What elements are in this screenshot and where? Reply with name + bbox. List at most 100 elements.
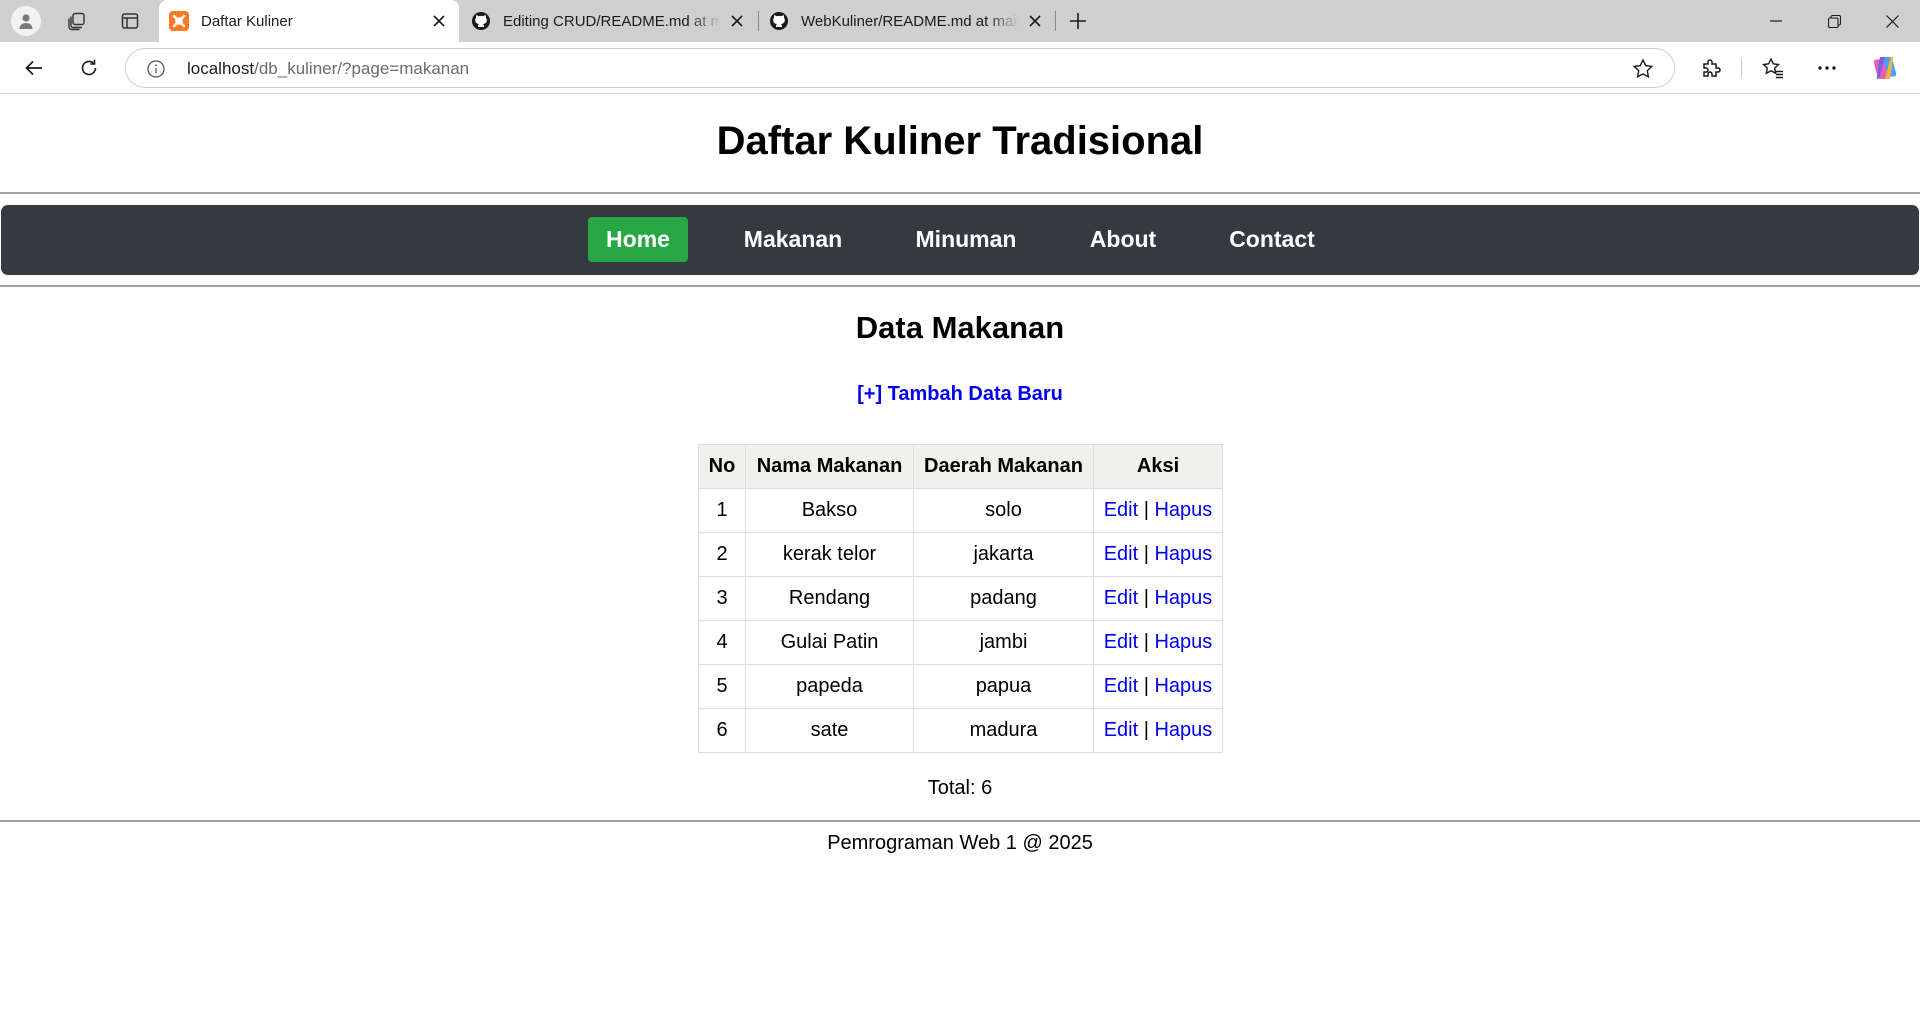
tab-close-icon[interactable] — [727, 11, 747, 31]
column-header-no: No — [698, 444, 746, 489]
cell-no: 1 — [698, 488, 746, 533]
tab-separator — [1055, 11, 1056, 31]
table-row: 6 sate madura Edit | Hapus — [698, 708, 1223, 753]
column-header-daerah: Daerah Makanan — [913, 444, 1094, 489]
footer-text: Pemrograman Web 1 @ 2025 — [827, 832, 1093, 854]
cell-daerah: padang — [913, 576, 1094, 621]
nav-item-about[interactable]: About — [1076, 217, 1170, 262]
back-button[interactable] — [16, 50, 52, 86]
cell-daerah: jakarta — [913, 532, 1094, 577]
edit-link[interactable]: Edit — [1104, 675, 1138, 697]
delete-link[interactable]: Hapus — [1154, 631, 1212, 653]
arrow-left-icon — [25, 60, 42, 76]
table-row: 5 papeda papua Edit | Hapus — [698, 664, 1223, 709]
restore-icon — [1827, 14, 1841, 28]
edit-link[interactable]: Edit — [1104, 631, 1138, 653]
reload-button[interactable] — [71, 50, 107, 86]
workspaces-icon — [68, 12, 85, 31]
extensions-button[interactable] — [1693, 50, 1729, 86]
divider — [0, 192, 1920, 194]
delete-link[interactable]: Hapus — [1154, 719, 1212, 741]
cell-daerah: papua — [913, 664, 1094, 709]
action-separator: | — [1143, 543, 1149, 565]
tab-title: Editing CRUD/README.md at main — [503, 12, 721, 30]
info-icon[interactable] — [146, 59, 166, 79]
close-window-button[interactable] — [1864, 0, 1920, 42]
divider — [0, 820, 1920, 822]
restore-button[interactable] — [1806, 0, 1862, 42]
tab-editing-crud-readme[interactable]: Editing CRUD/README.md at main — [461, 0, 757, 42]
vertical-tabs-button[interactable] — [113, 5, 147, 37]
edit-link[interactable]: Edit — [1104, 587, 1138, 609]
nav-item-home[interactable]: Home — [588, 217, 688, 262]
page-content: Daftar Kuliner Tradisional Home Makanan … — [0, 94, 1920, 1020]
tab-webkuliner-readme[interactable]: WebKuliner/README.md at main — [759, 0, 1055, 42]
tab-actions-icon — [121, 13, 139, 29]
divider — [0, 285, 1920, 287]
github-icon — [471, 11, 491, 31]
cell-no: 3 — [698, 576, 746, 621]
cell-daerah: jambi — [913, 620, 1094, 665]
cell-aksi: Edit | Hapus — [1093, 664, 1223, 709]
address-toolbar: localhost/db_kuliner/?page=makanan — [0, 42, 1920, 94]
site-title: Daftar Kuliner Tradisional — [716, 119, 1204, 163]
address-bar[interactable]: localhost/db_kuliner/?page=makanan — [125, 48, 1675, 88]
cell-aksi: Edit | Hapus — [1093, 576, 1223, 621]
favorites-button[interactable] — [1755, 50, 1791, 86]
copilot-icon — [1873, 57, 1897, 79]
workspaces-button[interactable] — [60, 5, 94, 37]
toolbar-divider — [1741, 58, 1742, 78]
action-separator: | — [1143, 631, 1149, 653]
delete-link[interactable]: Hapus — [1154, 499, 1212, 521]
tab-daftar-kuliner[interactable]: Daftar Kuliner — [159, 0, 459, 42]
profile-button[interactable] — [9, 5, 43, 37]
cell-daerah: madura — [913, 708, 1094, 753]
edit-link[interactable]: Edit — [1104, 719, 1138, 741]
action-separator: | — [1143, 499, 1149, 521]
profile-icon — [11, 6, 41, 36]
favorite-star-icon[interactable] — [1632, 58, 1654, 80]
edit-link[interactable]: Edit — [1104, 543, 1138, 565]
delete-link[interactable]: Hapus — [1154, 543, 1212, 565]
add-new-data-link[interactable]: [+] Tambah Data Baru — [0, 383, 1920, 406]
xampp-icon — [169, 11, 189, 31]
column-header-nama: Nama Makanan — [745, 444, 914, 489]
minimize-button[interactable] — [1748, 0, 1804, 42]
action-separator: | — [1143, 675, 1149, 697]
cell-no: 4 — [698, 620, 746, 665]
tab-close-icon[interactable] — [429, 11, 449, 31]
nav-item-minuman[interactable]: Minuman — [896, 217, 1036, 262]
new-tab-button[interactable] — [1061, 5, 1095, 37]
edit-link[interactable]: Edit — [1104, 499, 1138, 521]
reload-icon — [81, 59, 97, 76]
cell-nama: sate — [745, 708, 914, 753]
nav-item-contact[interactable]: Contact — [1221, 217, 1323, 262]
more-button[interactable] — [1809, 50, 1845, 86]
cell-no: 2 — [698, 532, 746, 577]
total-count: Total: 6 — [927, 777, 993, 799]
url-text[interactable]: localhost/db_kuliner/?page=makanan — [187, 59, 469, 79]
makanan-table: No Nama Makanan Daerah Makanan Aksi 1 Ba… — [698, 444, 1223, 753]
table-row: 1 Bakso solo Edit | Hapus — [698, 488, 1223, 533]
table-row: 3 Rendang padang Edit | Hapus — [698, 576, 1223, 621]
action-separator: | — [1143, 719, 1149, 741]
delete-link[interactable]: Hapus — [1154, 587, 1212, 609]
browser-tab-bar: Daftar Kuliner Editing CRUD/README.md at… — [0, 0, 1920, 42]
tab-title: Daftar Kuliner — [201, 12, 293, 30]
cell-aksi: Edit | Hapus — [1093, 532, 1223, 577]
github-icon — [769, 11, 789, 31]
table-row: 2 kerak telor jakarta Edit | Hapus — [698, 532, 1223, 577]
cell-no: 5 — [698, 664, 746, 709]
tab-close-icon[interactable] — [1025, 11, 1045, 31]
nav-item-makanan[interactable]: Makanan — [725, 217, 861, 262]
url-path: /db_kuliner/?page=makanan — [254, 59, 470, 78]
section-title: Data Makanan — [855, 310, 1065, 345]
minimize-icon — [1770, 20, 1782, 22]
copilot-button[interactable] — [1867, 50, 1903, 86]
cell-no: 6 — [698, 708, 746, 753]
cell-daerah: solo — [913, 488, 1094, 533]
action-separator: | — [1143, 587, 1149, 609]
cell-nama: Bakso — [745, 488, 914, 533]
ellipsis-icon — [1818, 66, 1836, 70]
delete-link[interactable]: Hapus — [1154, 675, 1212, 697]
